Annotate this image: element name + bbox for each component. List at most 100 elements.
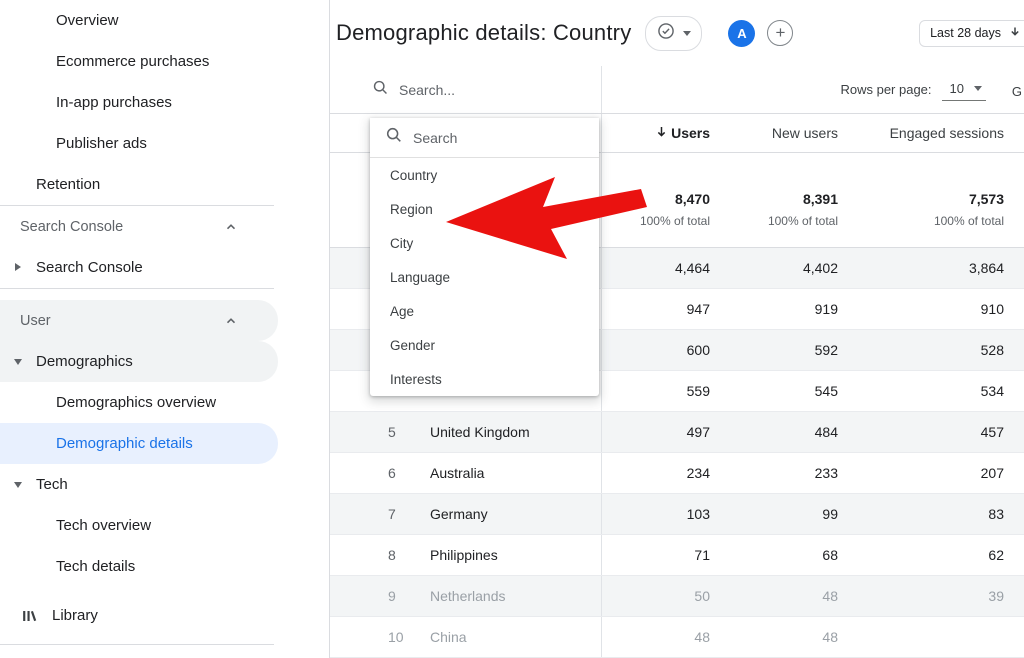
users-value: 947 [602,289,710,329]
dropdown-option-language[interactable]: Language [370,260,599,294]
engaged-sessions-value: 39 [838,576,1024,616]
column-header-engaged-sessions[interactable]: Engaged sessions [838,114,1024,152]
sidebar-item-label: Search Console [36,259,143,276]
new-users-value: 592 [710,330,838,370]
totals-new-users: 8,391 100% of total [710,153,838,247]
dropdown-option-country[interactable]: Country [370,158,599,192]
new-users-value: 233 [710,453,838,493]
dimension-cell: 7Germany [330,494,602,534]
table-row[interactable]: 8Philippines 71 68 62 [330,535,1024,576]
table-row[interactable]: 6Australia 234 233 207 [330,453,1024,494]
users-value: 559 [602,371,710,411]
engaged-sessions-value: 3,864 [838,248,1024,288]
dimension-cell: 5United Kingdom [330,412,602,452]
row-rank: 8 [388,547,430,563]
add-comparison-button[interactable]: + [767,20,793,46]
country-name: United Kingdom [430,424,530,440]
table-row[interactable]: 9Netherlands 50 48 39 [330,576,1024,617]
table-search-input[interactable] [399,82,549,98]
dimension-cell: 10China [330,617,602,657]
totals-users: 8,470 100% of total [602,153,710,247]
sidebar-item-tech-overview[interactable]: Tech overview [0,505,329,546]
engaged-sessions-value: 207 [838,453,1024,493]
dropdown-option-age[interactable]: Age [370,294,599,328]
date-range-label: Last 28 days [930,26,1001,40]
engaged-sessions-value [838,617,1024,657]
sidebar-item-library[interactable]: Library [0,595,329,636]
rows-per-page-label: Rows per page: [840,82,931,97]
sidebar-section-user[interactable]: User [0,300,278,341]
rows-per-page: Rows per page: 10 [602,66,1024,113]
sidebar-item-ecommerce-purchases[interactable]: Ecommerce purchases [0,41,329,82]
chevron-down-icon [683,31,691,36]
column-label: New users [772,125,838,141]
row-rank: 6 [388,465,430,481]
dropdown-search-input[interactable] [413,130,563,146]
total-value: 8,391 [803,191,838,207]
new-users-value: 4,402 [710,248,838,288]
users-value: 103 [602,494,710,534]
dropdown-search[interactable] [370,118,599,158]
sidebar-item-demographic-details[interactable]: Demographic details [0,423,278,464]
users-value: 600 [602,330,710,370]
sort-desc-icon [655,125,668,141]
sidebar-item-label: Demographics [36,353,133,370]
engaged-sessions-value: 910 [838,289,1024,329]
engaged-sessions-value: 457 [838,412,1024,452]
date-range-selector[interactable]: Last 28 days [919,20,1024,47]
column-label: Users [671,125,710,141]
column-label: Engaged sessions [890,125,1004,141]
chevron-up-icon [224,220,238,238]
triangle-right-icon [15,263,21,271]
new-users-value: 68 [710,535,838,575]
sidebar-item-search-console[interactable]: Search Console [0,247,329,288]
sidebar-item-overview[interactable]: Overview [0,0,329,41]
arrow-down-icon [1009,26,1021,41]
table-row[interactable]: 7Germany 103 99 83 [330,494,1024,535]
row-rank: 7 [388,506,430,522]
sidebar-item-label: Tech [36,476,68,493]
dropdown-option-gender[interactable]: Gender [370,328,599,362]
country-name: Germany [430,506,488,522]
table-row[interactable]: 10China 48 48 [330,617,1024,658]
dropdown-option-city[interactable]: City [370,226,599,260]
row-rank: 9 [388,588,430,604]
column-header-new-users[interactable]: New users [710,114,838,152]
country-name: China [430,629,467,645]
sidebar-item-demographics[interactable]: Demographics [0,341,278,382]
data-quality-badge[interactable] [645,16,702,51]
total-value: 8,470 [675,191,710,207]
dimension-cell: 9Netherlands [330,576,602,616]
triangle-down-icon [14,482,22,488]
column-header-users[interactable]: Users [602,114,710,152]
table-toolbar: Rows per page: 10 G [330,66,1024,114]
avatar[interactable]: A [728,20,755,47]
search-icon [372,79,389,101]
sidebar-item-in-app-purchases[interactable]: In-app purchases [0,82,329,123]
users-value: 48 [602,617,710,657]
sidebar-item-retention[interactable]: Retention [0,164,329,205]
sidebar-item-tech-details[interactable]: Tech details [0,546,329,587]
go-to-label-partial: G [1012,84,1022,99]
rows-per-page-select[interactable]: 10 [942,79,986,101]
table-row[interactable]: 5United Kingdom 497 484 457 [330,412,1024,453]
row-rank: 10 [388,629,430,645]
sidebar-section-search-console[interactable]: Search Console [0,206,329,247]
totals-engaged-sessions: 7,573 100% of total [838,153,1024,247]
new-users-value: 545 [710,371,838,411]
sidebar-item-label: Library [52,607,98,624]
dropdown-option-interests[interactable]: Interests [370,362,599,396]
engaged-sessions-value: 62 [838,535,1024,575]
new-users-value: 919 [710,289,838,329]
chevron-up-icon [224,314,238,332]
sidebar-item-demographics-overview[interactable]: Demographics overview [0,382,329,423]
new-users-value: 48 [710,617,838,657]
rows-per-page-value: 10 [950,81,964,96]
sidebar-item-publisher-ads[interactable]: Publisher ads [0,123,329,164]
country-name: Australia [430,465,484,481]
engaged-sessions-value: 534 [838,371,1024,411]
table-search[interactable] [330,66,602,113]
users-value: 497 [602,412,710,452]
sidebar-item-tech[interactable]: Tech [0,464,329,505]
dropdown-option-region[interactable]: Region [370,192,599,226]
